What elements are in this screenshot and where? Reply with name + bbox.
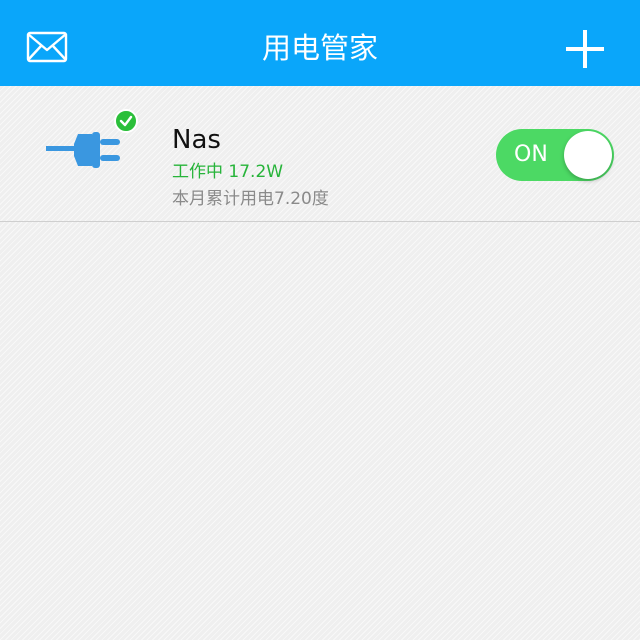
device-status: 工作中 17.2W: [172, 162, 284, 182]
device-name: Nas: [172, 125, 221, 155]
power-switch-toggle[interactable]: ON: [496, 129, 614, 181]
device-monthly-usage: 本月累计用电7.20度: [172, 189, 329, 209]
page-title: 用电管家: [261, 31, 378, 65]
switch-label: ON: [514, 142, 548, 167]
power-plug-icon: [42, 126, 126, 176]
switch-knob: [564, 131, 612, 179]
online-check-badge: [114, 109, 138, 133]
check-icon: [119, 115, 133, 127]
plus-icon: [566, 30, 604, 68]
app-header: 用电管家: [0, 0, 640, 86]
add-device-button[interactable]: [560, 24, 610, 74]
